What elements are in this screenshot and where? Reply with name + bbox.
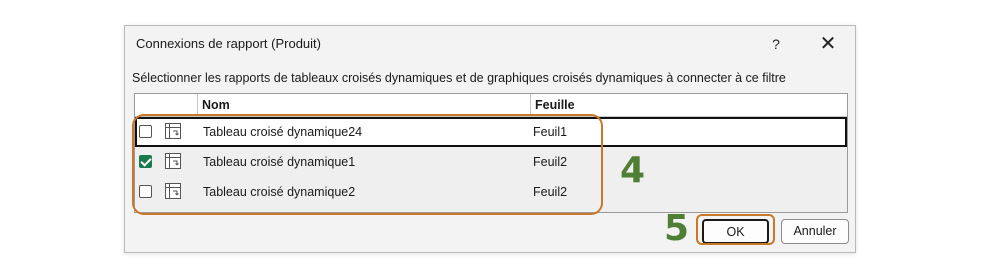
checkbox[interactable] (139, 185, 152, 198)
step-number-4: 4 (620, 150, 646, 191)
help-button[interactable]: ? (763, 32, 789, 56)
pivot-table-icon (165, 153, 181, 169)
cancel-button[interactable]: Annuler (781, 219, 849, 244)
report-sheet: Feuil2 (533, 155, 568, 169)
report-connections-dialog: Connexions de rapport (Produit) ? ✕ Séle… (124, 25, 856, 253)
report-name: Tableau croisé dynamique24 (203, 125, 363, 139)
list-item[interactable]: Tableau croisé dynamique24 Feuil1 (135, 117, 847, 147)
column-header-sheet[interactable]: Feuille (530, 94, 847, 116)
instruction-text: Sélectionner les rapports de tableaux cr… (132, 71, 786, 85)
close-button[interactable]: ✕ (815, 32, 841, 56)
report-sheet: Feuil2 (533, 185, 568, 199)
column-header-name[interactable]: Nom (197, 94, 530, 116)
report-list: Nom Feuille Tableau croisé dynamique24 F… (134, 93, 848, 213)
pivot-table-icon (165, 123, 181, 139)
list-header: Nom Feuille (135, 94, 847, 117)
list-item[interactable]: Tableau croisé dynamique2 Feuil2 (135, 177, 847, 207)
column-header-check (135, 94, 197, 116)
pivot-table-icon (165, 183, 181, 199)
report-name: Tableau croisé dynamique2 (203, 185, 356, 199)
report-sheet: Feuil1 (533, 125, 568, 139)
ok-button[interactable]: OK (702, 219, 769, 244)
dialog-titlebar: Connexions de rapport (Produit) ? ✕ (125, 26, 855, 62)
checkbox[interactable] (139, 125, 152, 138)
report-name: Tableau croisé dynamique1 (203, 155, 356, 169)
dialog-title: Connexions de rapport (Produit) (136, 36, 321, 51)
checkbox[interactable] (139, 155, 152, 168)
list-item[interactable]: Tableau croisé dynamique1 Feuil2 (135, 147, 847, 177)
step-number-5: 5 (664, 208, 690, 249)
